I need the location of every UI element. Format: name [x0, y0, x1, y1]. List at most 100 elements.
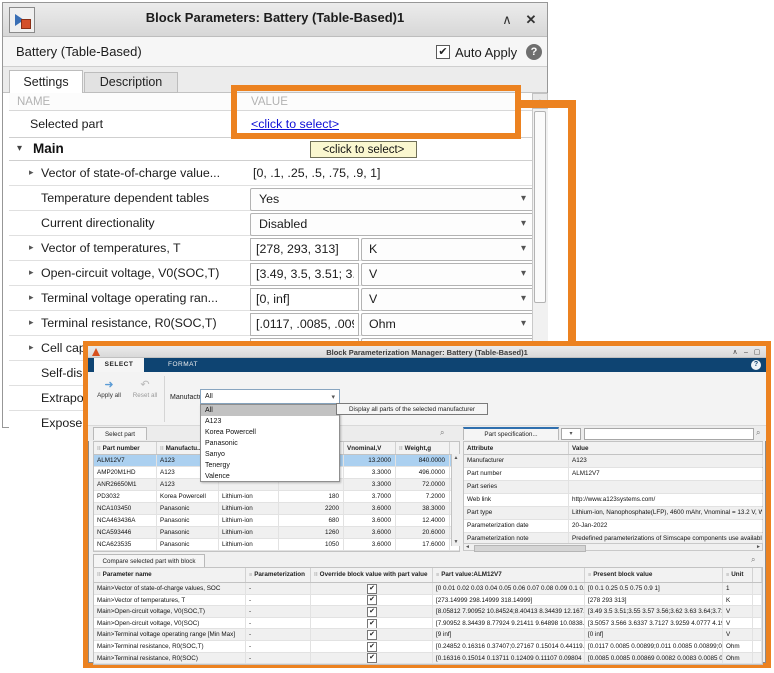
unit-dropdown[interactable]: Ohm ▾ [361, 313, 535, 336]
table-row[interactable]: Web link http://www.a123systems.com/ [464, 494, 762, 507]
temp-dependent-dropdown[interactable]: Yes ▾ [250, 188, 535, 211]
manufacturer-option[interactable]: A123 [201, 416, 339, 427]
value-input[interactable]: [3.49, 3.5, 3.51; 3.55,... [250, 263, 359, 286]
help-icon[interactable]: ? [526, 44, 542, 60]
unit-dropdown[interactable]: K ▾ [361, 238, 535, 261]
manufacturer-option[interactable]: All [201, 405, 339, 416]
param-value[interactable]: [0, .1, .25, .5, .75, .9, 1] [253, 166, 380, 180]
override-checkbox[interactable] [367, 642, 377, 652]
scroll-up-icon[interactable]: ▲ [452, 455, 460, 461]
tab-settings[interactable]: Settings [9, 70, 83, 94]
current-directionality-dropdown[interactable]: Disabled ▾ [250, 213, 535, 236]
table-row[interactable]: Main>Terminal voltage operating range [M… [94, 629, 762, 641]
expand-icon[interactable]: ▸ [29, 242, 34, 253]
table-row[interactable]: NCA593446 Panasonic Lithium-ion 1260 3.6… [94, 527, 459, 539]
parts-table-scrollbar[interactable]: ▲ ▼ [451, 454, 460, 546]
close-button[interactable]: ✕ [521, 10, 541, 30]
override-checkbox[interactable] [367, 595, 377, 605]
manufacturer-option[interactable]: Tenergy [201, 460, 339, 471]
dialog-title-bar[interactable]: Block Parameters: Battery (Table-Based)1… [3, 3, 547, 37]
section-collapse-icon[interactable]: ▾ [17, 143, 22, 154]
auto-apply-checkbox[interactable]: ✔ [436, 45, 450, 59]
scroll-left-icon[interactable]: ◄ [465, 544, 470, 551]
scrollbar-thumb[interactable] [474, 545, 586, 552]
cell-override [311, 595, 433, 606]
table-row[interactable]: NCA103450 Panasonic Lithium-ion 2200 3.6… [94, 503, 459, 515]
param-row-temperatures: ▸ Vector of temperatures, T [278, 293, 3… [9, 236, 532, 261]
param-row-terminal-resistance: ▸ Terminal resistance, R0(SOC,T) [.0117,… [9, 311, 532, 336]
manager-restore-button[interactable]: – [741, 348, 751, 357]
table-row[interactable]: Main>Terminal resistance, R0(SOC) - [0.1… [94, 653, 762, 665]
reset-all-button[interactable]: ↶ Reset all [128, 378, 162, 408]
apply-all-button[interactable]: ➜ Apply all [92, 378, 126, 408]
compare-tab[interactable]: Compare selected part with block [93, 554, 205, 567]
col-value[interactable]: Value [569, 442, 763, 454]
search-icon[interactable]: ⌕ [440, 428, 444, 438]
value-input[interactable]: [.0117, .0085, .009; .... [250, 313, 359, 336]
col-present-block-value[interactable]: Present block value [585, 568, 723, 582]
override-checkbox[interactable] [367, 653, 377, 663]
manager-minimize-button[interactable]: ∧ [730, 348, 740, 357]
col-parameter-name[interactable]: Parameter name [94, 568, 246, 582]
table-row[interactable]: NCA623535 Panasonic Lithium-ion 1050 3.6… [94, 539, 459, 551]
manufacturer-option[interactable]: Sanyo [201, 449, 339, 460]
table-row[interactable]: Part number ALM12V7 [464, 468, 762, 481]
value-input[interactable]: [278, 293, 313] [250, 238, 359, 261]
search-icon[interactable]: ⌕ [751, 555, 755, 565]
spec-search-input[interactable] [584, 428, 754, 440]
table-row[interactable]: Main>Terminal resistance, R0(SOC,T) - [0… [94, 641, 762, 653]
table-row[interactable]: Main>Open-circuit voltage, V0(SOC,T) - [… [94, 606, 762, 618]
manager-help-icon[interactable]: ? [751, 360, 761, 370]
unit-dropdown[interactable]: V ▾ [361, 288, 535, 311]
tab-description[interactable]: Description [84, 72, 178, 93]
table-row[interactable]: Part type Lithium-ion, Nanophosphate(LFP… [464, 507, 762, 520]
search-icon[interactable]: ⌕ [756, 428, 760, 438]
override-checkbox[interactable] [367, 619, 377, 629]
scrollbar-thumb[interactable] [534, 111, 546, 303]
manager-title-bar[interactable]: Block Parameterization Manager: Battery … [88, 346, 766, 358]
col-attribute[interactable]: Attribute [464, 442, 569, 454]
table-row[interactable]: Manufacturer A123 [464, 455, 762, 468]
highlight-box-selected-part [231, 85, 521, 139]
expand-icon[interactable]: ▸ [29, 167, 34, 178]
override-checkbox[interactable] [367, 607, 377, 617]
auto-apply-label: Auto Apply [455, 45, 517, 60]
main-section-row[interactable]: ▾ Main [9, 137, 532, 161]
expand-icon[interactable]: ▸ [29, 292, 34, 303]
select-part-tab[interactable]: Select part [93, 427, 147, 440]
expand-icon[interactable]: ▸ [29, 267, 34, 278]
ribbon-tab-select[interactable]: SELECT [94, 358, 144, 372]
manufacturer-option[interactable]: Korea Powercell [201, 427, 339, 438]
col-part-number[interactable]: Part number [94, 442, 157, 454]
expand-icon[interactable]: ▸ [29, 317, 34, 328]
spec-filter-dropdown[interactable]: ▾ [561, 428, 581, 440]
table-row[interactable]: Main>Vector of state-of-charge values, S… [94, 583, 762, 595]
manufacturer-option[interactable]: Panasonic [201, 438, 339, 449]
value-input[interactable]: [0, inf] [250, 288, 359, 311]
manager-maximize-button[interactable]: ▢ [752, 348, 762, 357]
table-row[interactable]: Parameterization date 20-Jan-2022 [464, 520, 762, 533]
table-row[interactable]: Main>Vector of temperatures, T - [273.14… [94, 595, 762, 607]
col-vnominal[interactable]: Vnominal,V [344, 442, 396, 454]
scroll-right-icon[interactable]: ► [756, 544, 761, 551]
part-specification-tab[interactable]: Part specification... [463, 427, 559, 440]
manufacturer-dropdown[interactable]: All ▾ [200, 389, 340, 404]
expand-icon[interactable]: ▸ [29, 342, 34, 353]
table-row[interactable]: Main>Open-circuit voltage, V0(SOC) - [7.… [94, 618, 762, 630]
col-weight[interactable]: Weight,g [396, 442, 450, 454]
collapse-button[interactable]: ∧ [497, 10, 517, 30]
col-parameterization[interactable]: Parameterization [246, 568, 311, 582]
table-row[interactable]: NCA463436A Panasonic Lithium-ion 680 3.6… [94, 515, 459, 527]
table-row[interactable]: Part series [464, 481, 762, 494]
spec-horizontal-scrollbar[interactable]: ◄ ► [463, 543, 763, 551]
col-override[interactable]: Override block value with part value [311, 568, 433, 582]
manufacturer-option[interactable]: Valence [201, 471, 339, 482]
override-checkbox[interactable] [367, 630, 377, 640]
col-part-value[interactable]: Part value:ALM12V7 [433, 568, 585, 582]
table-row[interactable]: PD3032 Korea Powercell Lithium-ion 180 3… [94, 491, 459, 503]
col-unit[interactable]: Unit [723, 568, 753, 582]
unit-dropdown[interactable]: V ▾ [361, 263, 535, 286]
ribbon-tab-format[interactable]: FORMAT [158, 358, 208, 372]
scroll-down-icon[interactable]: ▼ [452, 539, 460, 545]
override-checkbox[interactable] [367, 584, 377, 594]
